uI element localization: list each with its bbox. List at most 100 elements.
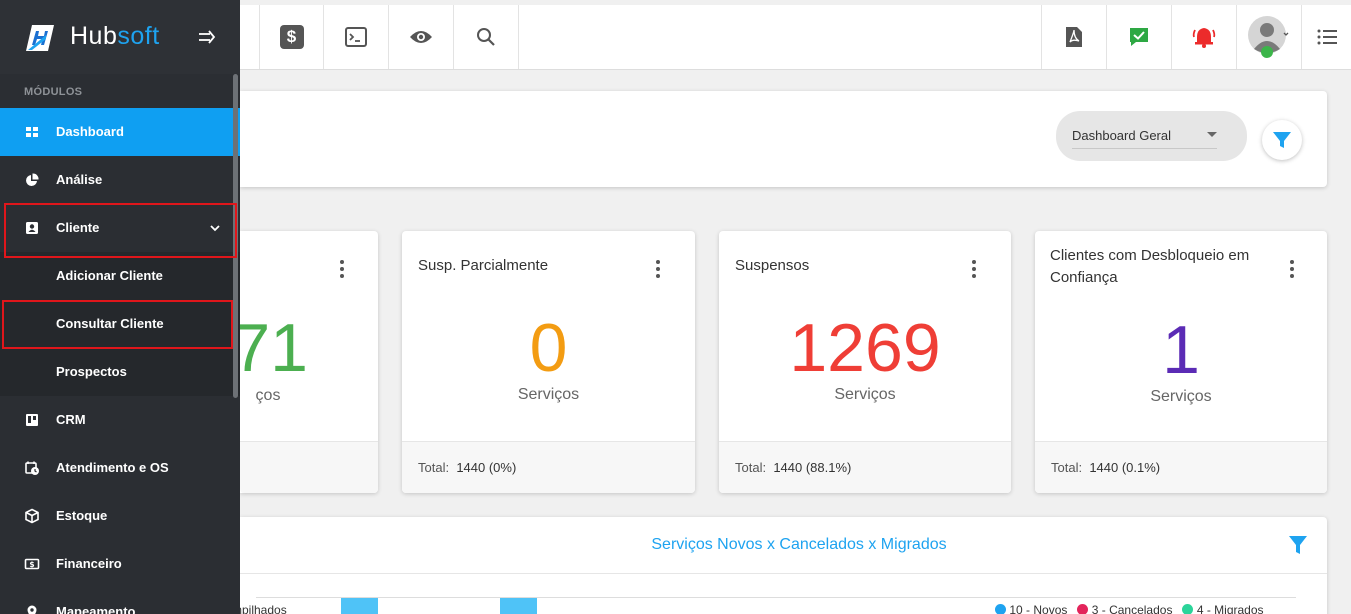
search-shortcut-button[interactable] <box>454 5 519 69</box>
sidebar-subitem-label: Adicionar Cliente <box>56 268 163 283</box>
sidebar-section-label: MÓDULOS <box>24 86 83 98</box>
card-footer <box>240 441 378 493</box>
finance-shortcut-button[interactable]: $ <box>259 5 324 69</box>
sidebar: Hubsoft MÓDULOS Dashboard Análise Client… <box>0 0 240 614</box>
sidebar-item-financeiro[interactable]: $ Financeiro <box>0 540 240 588</box>
services-chart-card: Serviços Novos x Cancelados x Migrados m… <box>232 517 1327 614</box>
stat-card: Susp. Parcialmente 0 Serviços Total: 144… <box>402 231 695 493</box>
user-avatar-icon <box>1248 16 1289 58</box>
sidebar-item-estoque[interactable]: Estoque <box>0 492 240 540</box>
sidebar-item-label: Financeiro <box>56 556 122 571</box>
chart-bar <box>500 598 537 614</box>
card-footer: Total: 1440 (88.1%) <box>719 441 1011 493</box>
legend-dot <box>1182 604 1194 614</box>
brand-logo[interactable]: Hubsoft <box>0 0 240 74</box>
sidebar-item-dashboard[interactable]: Dashboard <box>0 108 240 156</box>
sidebar-subitem-adicionar-cliente[interactable]: Adicionar Cliente <box>0 252 240 300</box>
alarm-bell-icon <box>1192 28 1216 48</box>
card-options-icon[interactable] <box>1290 260 1294 281</box>
sidebar-item-label: Atendimento e OS <box>56 460 169 475</box>
chart-filter-button[interactable] <box>1288 534 1308 561</box>
dashboard-grid-icon <box>26 127 38 137</box>
user-menu-button[interactable] <box>1236 5 1301 69</box>
logo-text-soft: soft <box>117 22 160 50</box>
stat-unit: ços <box>255 387 281 404</box>
legend-cancelados: 3 - Cancelados <box>1091 603 1173 614</box>
stat-value: 1 <box>1162 312 1200 388</box>
total-value: 1440 (0%) <box>456 460 517 475</box>
stat-title: Suspensos <box>735 257 810 274</box>
sidebar-subitem-label: Prospectos <box>56 364 127 379</box>
chart-legend: 10 - Novos 3 - Cancelados 4 - Migrados <box>995 603 1264 614</box>
filter-icon <box>1289 536 1307 554</box>
sidebar-item-atendimento-os[interactable]: Atendimento e OS <box>0 444 240 492</box>
legend-dot <box>995 604 1006 614</box>
main-menu-button[interactable] <box>1301 5 1351 69</box>
total-label: Total: <box>735 460 767 475</box>
sidebar-item-mapeamento[interactable]: Mapeamento <box>0 588 240 614</box>
chat-check-icon <box>1130 28 1148 46</box>
legend-dot <box>1077 604 1089 614</box>
stat-title: Clientes com Desbloqueio em Confiança <box>1050 247 1250 286</box>
total-value: 1440 (0.1%) <box>1089 460 1161 475</box>
stat-card: Suspensos 1269 Serviços Total: 1440 (88.… <box>719 231 1011 493</box>
sidebar-item-label: Dashboard <box>56 124 124 139</box>
kanban-board-icon <box>26 414 38 426</box>
terminal-shortcut-button[interactable] <box>324 5 389 69</box>
pdf-file-icon <box>1066 27 1082 47</box>
legend-novos: 10 - Novos <box>1009 603 1068 614</box>
dashboard-header-card: Dashboard Geral <box>240 91 1327 187</box>
dashboard-select[interactable]: Dashboard Geral <box>1056 111 1247 161</box>
card-footer: Total: 1440 (0%) <box>402 441 695 493</box>
sidebar-subitem-prospectos[interactable]: Prospectos <box>0 348 240 396</box>
money-bill-icon: $ <box>24 558 40 570</box>
sidebar-item-analise[interactable]: Análise <box>0 156 240 204</box>
hubsoft-logo-icon <box>26 25 54 51</box>
stat-unit: Serviços <box>517 386 580 403</box>
stat-card: 71 ços <box>232 231 378 493</box>
map-pin-icon <box>27 605 37 614</box>
card-options-icon[interactable] <box>656 260 660 281</box>
stat-unit: Serviços <box>1150 388 1212 405</box>
pie-chart-icon <box>26 173 39 186</box>
filter-icon <box>1273 132 1291 148</box>
terminal-icon <box>345 27 367 47</box>
dashboard-select-value: Dashboard Geral <box>1072 128 1171 143</box>
sidebar-item-label: Análise <box>56 172 103 187</box>
highlight-box-cliente <box>4 203 237 258</box>
pdf-button[interactable] <box>1041 5 1106 69</box>
sidebar-item-crm[interactable]: CRM <box>0 396 240 444</box>
messages-button[interactable] <box>1106 5 1171 69</box>
filter-button[interactable] <box>1262 120 1302 160</box>
logo-text-hub: Hub <box>70 22 118 50</box>
stat-value: 1269 <box>789 310 941 386</box>
view-shortcut-button[interactable] <box>389 5 454 69</box>
dollar-icon: $ <box>279 25 304 49</box>
stat-unit: Serviços <box>834 386 896 403</box>
alarms-button[interactable] <box>1171 5 1236 69</box>
stat-card: Clientes com Desbloqueio em Confiança 1 … <box>1035 231 1327 493</box>
svg-text:$: $ <box>29 560 34 569</box>
card-footer: Total: 1440 (0.1%) <box>1035 441 1327 493</box>
calendar-clock-icon <box>25 461 39 475</box>
legend-migrados: 4 - Migrados <box>1196 603 1264 614</box>
card-options-icon[interactable] <box>972 260 976 281</box>
chart-partial-label: mpilhados <box>232 603 287 614</box>
collapse-menu-icon[interactable] <box>198 30 216 44</box>
sidebar-item-label: Estoque <box>56 508 108 523</box>
chart-bar <box>341 598 378 614</box>
box-icon <box>25 508 39 524</box>
total-label: Total: <box>418 460 450 475</box>
highlight-box-consultar-cliente <box>2 300 233 349</box>
caret-down-icon <box>1207 132 1217 137</box>
sidebar-item-label: CRM <box>56 412 86 427</box>
list-menu-icon <box>1317 29 1337 45</box>
card-options-icon[interactable] <box>340 260 344 281</box>
total-label: Total: <box>1051 460 1083 475</box>
sidebar-item-label: Mapeamento <box>56 604 136 614</box>
search-icon <box>477 28 495 46</box>
total-value: 1440 (88.1%) <box>773 460 852 475</box>
eye-icon <box>410 31 432 43</box>
chart-title: Serviços Novos x Cancelados x Migrados <box>651 536 947 553</box>
stat-value: 0 <box>529 310 568 386</box>
